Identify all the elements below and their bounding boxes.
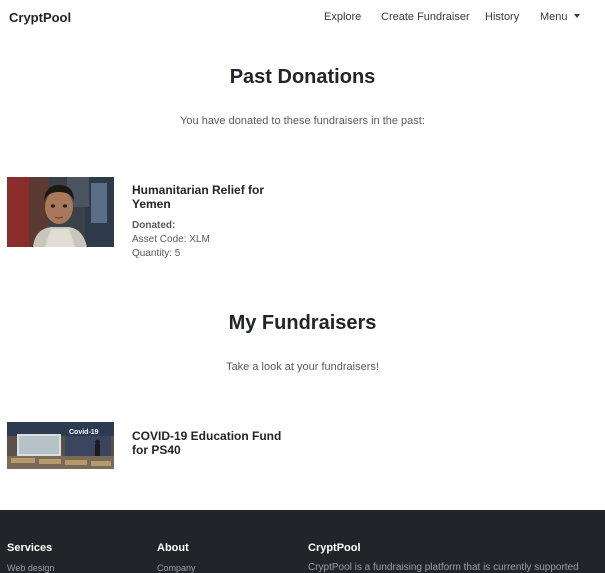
asset-code-value: Asset Code: XLM: [132, 234, 210, 245]
footer-about-heading: About: [157, 542, 189, 554]
donated-label: Donated:: [132, 220, 176, 231]
footer-cryptpool-description: CryptPool is a fundraising platform that…: [308, 562, 579, 573]
caret-down-icon: [573, 14, 580, 18]
yemen-fundraiser-title[interactable]: Humanitarian Relief for Yemen: [132, 183, 282, 211]
nav-menu-label: Menu: [540, 11, 568, 23]
footer-services-heading: Services: [7, 542, 53, 554]
footer-web-design-link[interactable]: Web design: [7, 563, 54, 573]
past-donations-subtitle: You have donated to these fundraisers in…: [180, 115, 425, 127]
navbar: CryptPool Explore Create Fundraiser Hist…: [0, 0, 605, 35]
my-fundraisers-subtitle: Take a look at your fundraisers!: [226, 361, 379, 373]
footer-company-link[interactable]: Company: [157, 563, 196, 573]
covid-image-caption: Covid-19: [69, 429, 99, 436]
past-donations-title: Past Donations: [229, 66, 376, 88]
quantity-value: Quantity: 5: [132, 248, 181, 259]
nav-create-fundraiser-link[interactable]: Create Fundraiser: [381, 11, 470, 23]
nav-menu-dropdown[interactable]: Menu: [540, 11, 580, 23]
yemen-fundraiser-image[interactable]: [7, 177, 114, 247]
footer: Services Web design About Company CryptP…: [0, 510, 605, 573]
covid-fundraiser-image[interactable]: Covid-19: [7, 422, 114, 469]
my-fundraisers-title: My Fundraisers: [228, 312, 377, 334]
nav-explore-link[interactable]: Explore: [324, 11, 361, 23]
nav-history-link[interactable]: History: [485, 11, 519, 23]
brand-logo[interactable]: CryptPool: [9, 10, 71, 25]
footer-cryptpool-heading: CryptPool: [308, 542, 361, 554]
covid-fundraiser-title[interactable]: COVID-19 Education Fund for PS40: [132, 429, 282, 457]
